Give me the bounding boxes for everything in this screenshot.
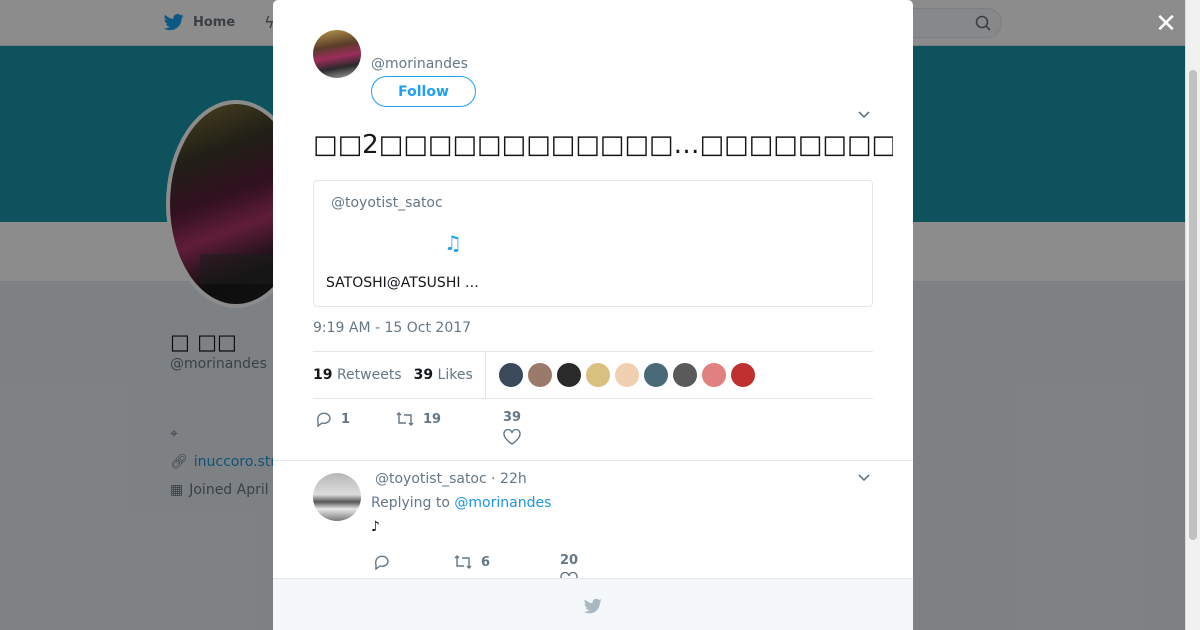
liker-avatar[interactable] xyxy=(555,362,582,388)
reply-icon xyxy=(316,412,331,428)
reply-like-count: 20 xyxy=(560,553,579,568)
reply-icon xyxy=(374,555,389,571)
card-text: SATOSHI@ATSUSHI … xyxy=(326,275,479,291)
liker-avatar[interactable] xyxy=(642,362,669,388)
retweet-icon xyxy=(396,412,414,426)
liker-avatar[interactable] xyxy=(497,362,524,388)
reply-retweet-count: 6 xyxy=(481,554,491,570)
like-count: 39 xyxy=(503,410,522,425)
reply-chevron-down-icon[interactable] xyxy=(857,473,871,483)
reply-count: 1 xyxy=(341,411,351,427)
liker-avatar[interactable] xyxy=(671,362,698,388)
reply-reply-button[interactable] xyxy=(373,553,391,571)
reply-button[interactable]: 1 xyxy=(315,410,350,428)
likes-stat[interactable]: 39 Likes xyxy=(414,367,473,383)
reply-tweet[interactable]: @toyotist_satoc · 22h Replying to @morin… xyxy=(273,460,913,588)
reply-text: ♪ xyxy=(371,519,380,535)
liker-avatar[interactable] xyxy=(613,362,640,388)
replying-prefix: Replying to xyxy=(371,495,450,511)
replying-to: Replying to @morinandes xyxy=(371,495,551,511)
scrollbar-thumb[interactable] xyxy=(1189,70,1197,540)
retweets-count: 19 xyxy=(313,367,333,383)
modal-footer xyxy=(273,578,913,630)
liker-avatar[interactable] xyxy=(526,362,553,388)
tweet-modal: @morinandes Follow □□2□□□□□□□□□□□□…□□□□□… xyxy=(273,0,913,630)
reply-header: @toyotist_satoc · 22h xyxy=(375,471,527,487)
reply-avatar[interactable] xyxy=(313,473,361,521)
retweet-icon xyxy=(454,555,472,569)
quoted-card[interactable]: @toyotist_satoc ♫ SATOSHI@ATSUSHI … xyxy=(313,180,873,307)
tweet-actions: 1 19 39 xyxy=(313,410,873,454)
liker-avatar[interactable] xyxy=(584,362,611,388)
author-avatar[interactable] xyxy=(313,30,361,78)
tweet-timestamp: 9:19 AM - 15 Oct 2017 xyxy=(313,320,472,336)
heart-icon xyxy=(503,429,521,445)
retweet-button[interactable]: 19 xyxy=(395,410,441,428)
twitter-bird-icon xyxy=(583,598,602,614)
likes-count: 39 xyxy=(413,367,434,383)
chevron-down-icon[interactable] xyxy=(857,110,871,120)
music-note-icon: ♫ xyxy=(444,231,462,255)
retweets-label: Retweets xyxy=(336,367,402,383)
like-button[interactable]: 39 xyxy=(503,410,521,445)
author-handle[interactable]: @morinandes xyxy=(371,56,468,72)
card-handle: @toyotist_satoc xyxy=(331,195,443,211)
reply-retweet-button[interactable]: 6 xyxy=(453,553,490,571)
retweet-count: 19 xyxy=(423,411,442,427)
tweet-stats: 19 Retweets 39 Likes xyxy=(313,351,873,399)
page-scrollbar[interactable] xyxy=(1185,0,1200,630)
replying-mention[interactable]: @morinandes xyxy=(454,495,551,511)
tweet-text: □□2□□□□□□□□□□□□…□□□□□□□□□□□□□□□□□□□□ xyxy=(313,130,893,160)
follow-button[interactable]: Follow xyxy=(371,76,476,107)
liker-avatar[interactable] xyxy=(700,362,727,388)
retweets-stat[interactable]: 19 Retweets xyxy=(313,367,402,383)
liker-avatar[interactable] xyxy=(729,362,756,388)
likers-avatars xyxy=(497,362,756,388)
stats-divider xyxy=(484,351,486,399)
likes-label: Likes xyxy=(437,367,473,383)
close-icon[interactable]: ✕ xyxy=(1154,11,1178,37)
